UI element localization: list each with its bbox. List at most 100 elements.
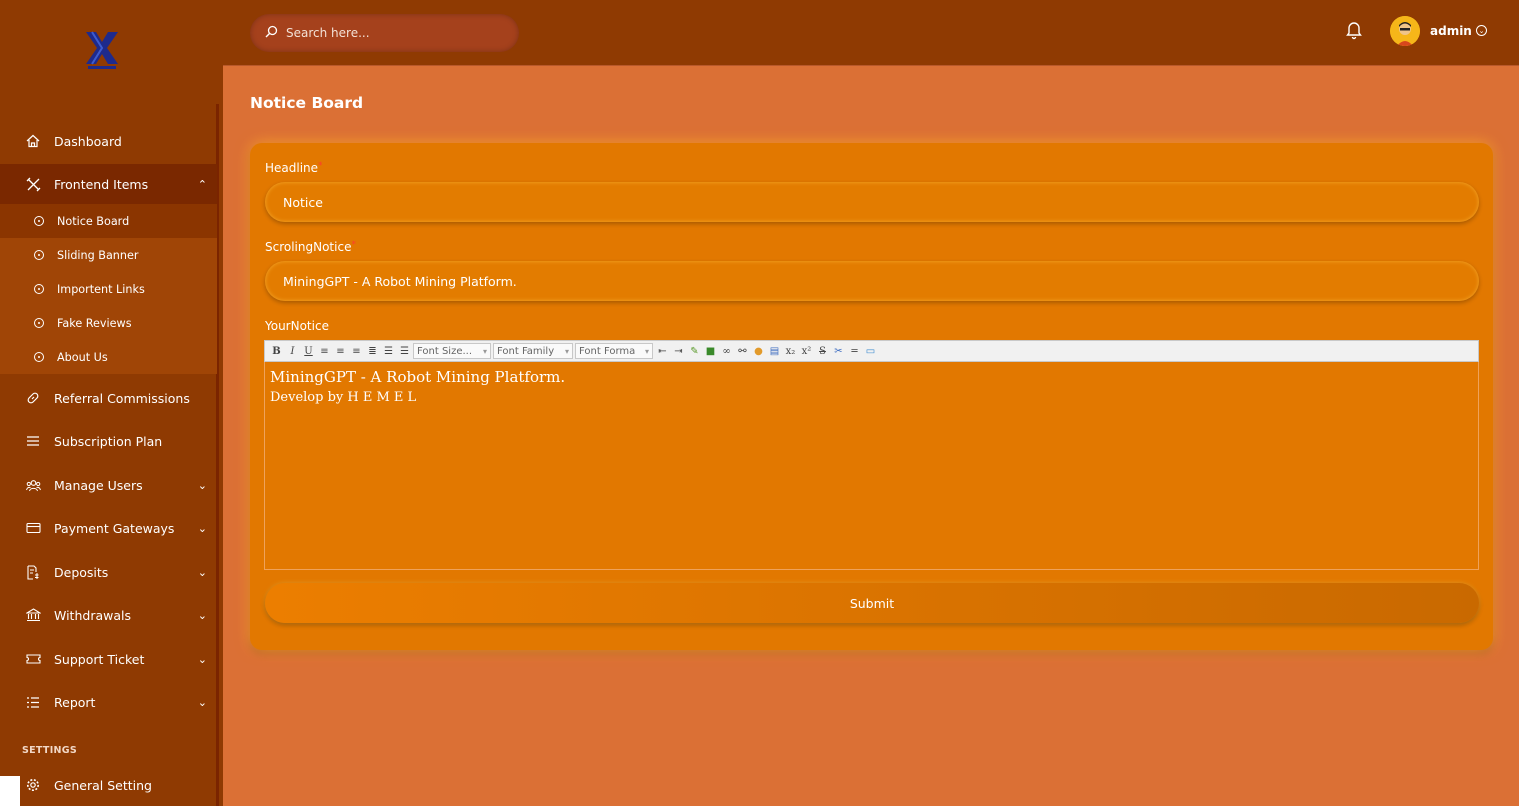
horizontal-rule-icon[interactable]: ═ (847, 344, 862, 359)
sidebar-item-label: Frontend Items (54, 176, 149, 192)
superscript-icon[interactable]: x² (799, 344, 814, 359)
settings-section-label: SETTINGS (22, 745, 78, 756)
chevron-down-icon: ⌄ (197, 695, 207, 709)
bold-button[interactable]: B (269, 344, 284, 359)
edit-html-icon[interactable]: ▤ (767, 344, 782, 359)
sidebar-item-withdrawals[interactable]: Withdrawals ⌄ (0, 595, 217, 635)
submit-button[interactable]: Submit (265, 583, 1479, 623)
bell-icon[interactable] (1345, 20, 1363, 40)
font-size-select[interactable]: Font Size... (413, 343, 491, 359)
scroling-notice-label: ScrolingNotice* (265, 240, 356, 254)
indent-icon[interactable]: ⇥ (671, 344, 686, 359)
card-icon (25, 520, 41, 536)
circle-dot-icon (34, 216, 44, 226)
sidebar-item-label: Referral Commissions (54, 390, 190, 406)
sidebar-subitem-importent-links[interactable]: Importent Links (0, 272, 217, 306)
headline-field[interactable]: Notice (265, 182, 1479, 222)
tools-icon (25, 176, 41, 192)
subscript-icon[interactable]: x₂ (783, 344, 798, 359)
chevron-down-icon: ⌄ (197, 608, 207, 622)
sidebar-subitem-notice-board[interactable]: Notice Board (0, 204, 217, 238)
sidebar-item-general-setting[interactable]: General Setting (0, 765, 217, 805)
sidebar-subitem-label: Notice Board (57, 214, 130, 228)
corner-overlay (0, 776, 20, 806)
font-format-select[interactable]: Font Forma (575, 343, 653, 359)
unlink-icon[interactable]: ⚯ (735, 344, 750, 359)
sidebar-subitem-sliding-banner[interactable]: Sliding Banner (0, 238, 217, 272)
chevron-up-icon: ⌃ (197, 177, 207, 191)
sidebar: Dashboard Frontend Items ⌃ Notice Board … (0, 0, 223, 806)
sidebar-subitem-label: About Us (57, 350, 108, 364)
editor-line: MiningGPT - A Robot Mining Platform. (270, 368, 566, 386)
page-title: Notice Board (250, 94, 364, 112)
chevron-down-icon: ⌄ (197, 565, 207, 579)
outdent-icon[interactable]: ⇤ (655, 344, 670, 359)
strikethrough-icon[interactable]: S (815, 344, 830, 359)
required-marker: * (351, 240, 356, 250)
sidebar-item-label: Deposits (54, 564, 109, 580)
deposit-icon (25, 564, 41, 580)
chevron-down-icon[interactable]: ⌄ (1476, 25, 1487, 36)
gear-icon (25, 777, 41, 793)
required-marker: * (318, 161, 323, 171)
logo-icon (86, 31, 118, 69)
search-input[interactable] (286, 26, 486, 40)
circle-dot-icon (34, 250, 44, 260)
home-icon (25, 133, 41, 149)
search-icon (265, 25, 278, 42)
text-color-icon[interactable]: ✎ (687, 344, 702, 359)
remove-format-icon[interactable]: ✂ (831, 344, 846, 359)
sidebar-subitem-label: Fake Reviews (57, 316, 132, 330)
unordered-list-icon[interactable]: ☰ (397, 344, 412, 359)
sidebar-item-referral-commissions[interactable]: Referral Commissions (0, 378, 217, 418)
sidebar-item-label: Support Ticket (54, 651, 145, 667)
link-icon[interactable]: ∞ (719, 344, 734, 359)
sidebar-item-label: Manage Users (54, 477, 143, 493)
list-icon (25, 694, 41, 710)
align-left-icon[interactable]: ≡ (317, 344, 332, 359)
ordered-list-icon[interactable]: ☰ (381, 344, 396, 359)
headline-label: Headline* (265, 161, 323, 175)
insert-table-icon[interactable]: ▭ (863, 344, 878, 359)
sidebar-item-label: Withdrawals (54, 607, 131, 623)
notice-editor[interactable]: MiningGPT - A Robot Mining Platform. Dev… (264, 362, 1479, 570)
scroling-notice-field[interactable]: MiningGPT - A Robot Mining Platform. (265, 261, 1479, 301)
sidebar-item-frontend-items[interactable]: Frontend Items ⌃ (0, 164, 217, 204)
sidebar-item-payment-gateways[interactable]: Payment Gateways ⌄ (0, 508, 217, 548)
sidebar-item-manage-users[interactable]: Manage Users ⌄ (0, 465, 217, 505)
notice-form-card: Headline* Notice ScrolingNotice* MiningG… (250, 143, 1493, 650)
sidebar-item-support-ticket[interactable]: Support Ticket ⌄ (0, 639, 217, 679)
sidebar-item-dashboard[interactable]: Dashboard (0, 121, 217, 161)
sidebar-subitem-about-us[interactable]: About Us (0, 340, 217, 374)
avatar[interactable] (1390, 16, 1420, 46)
chevron-down-icon: ⌄ (197, 652, 207, 666)
username[interactable]: admin (1430, 24, 1472, 38)
circle-dot-icon (34, 352, 44, 362)
window-edge (1519, 0, 1523, 806)
highlight-icon[interactable]: ■ (703, 344, 718, 359)
editor-line: Develop by H E M E L (270, 390, 417, 405)
sidebar-item-report[interactable]: Report ⌄ (0, 682, 217, 722)
align-right-icon[interactable]: ≡ (349, 344, 364, 359)
sidebar-item-label: Report (54, 694, 96, 710)
sidebar-subitem-fake-reviews[interactable]: Fake Reviews (0, 306, 217, 340)
font-family-select[interactable]: Font Family (493, 343, 573, 359)
bank-icon (25, 607, 41, 623)
sidebar-item-subscription-plan[interactable]: Subscription Plan (0, 421, 217, 461)
headline-label-text: Headline (265, 161, 319, 175)
italic-button[interactable]: I (285, 344, 300, 359)
editor-toolbar: B I U ≡ ≡ ≡ ≣ ☰ ☰ Font Size... Font Fami… (264, 340, 1479, 362)
image-icon[interactable]: ● (751, 344, 766, 359)
chevron-down-icon: ⌄ (197, 521, 207, 535)
align-justify-icon[interactable]: ≣ (365, 344, 380, 359)
align-center-icon[interactable]: ≡ (333, 344, 348, 359)
ticket-icon (25, 651, 41, 667)
scroling-notice-label-text: ScrolingNotice (265, 240, 352, 254)
logo[interactable] (80, 28, 124, 72)
sidebar-item-label: Subscription Plan (54, 433, 163, 449)
users-icon (25, 477, 41, 493)
sidebar-item-label: Dashboard (54, 133, 122, 149)
sidebar-item-deposits[interactable]: Deposits ⌄ (0, 552, 217, 592)
search-box[interactable] (250, 14, 519, 52)
underline-button[interactable]: U (301, 344, 316, 359)
